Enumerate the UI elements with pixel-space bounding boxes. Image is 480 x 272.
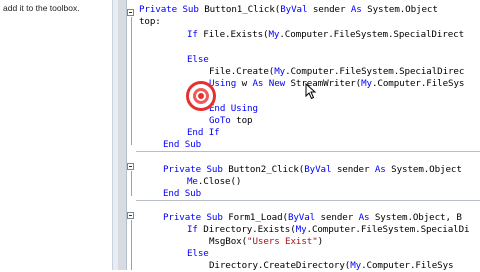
code-line[interactable]: Directory.CreateDirectory(My.Computer.Fi… xyxy=(209,260,454,272)
code-keyword: End Sub xyxy=(163,139,202,150)
outline-margin xyxy=(127,0,136,270)
code-text: top xyxy=(236,115,253,126)
code-keyword: GoTo xyxy=(209,115,237,126)
code-line[interactable]: GoTo top xyxy=(209,115,253,127)
code-keyword: Private Sub xyxy=(139,4,205,15)
code-text: StreamWriter( xyxy=(290,78,362,89)
procedure-separator xyxy=(136,200,480,201)
code-text: sender xyxy=(336,164,375,175)
outline-line xyxy=(131,171,132,196)
code-keyword: ByVal xyxy=(304,164,337,175)
code-text: Button2_Click( xyxy=(228,164,305,175)
code-keyword: ByVal xyxy=(280,4,313,15)
code-text: .Computer.FileSystem.SpecialDirect xyxy=(279,29,465,40)
code-text: System.Object, B xyxy=(374,212,462,223)
code-line[interactable]: Private Sub Button2_Click(ByVal sender A… xyxy=(163,164,462,176)
code-text: .Computer.FileSystem.SpecialDirec xyxy=(285,66,465,77)
toolbox-hint-text: add it to the toolbox. xyxy=(3,3,80,13)
code-keyword: ByVal xyxy=(287,212,321,223)
code-line[interactable]: End If xyxy=(187,127,220,139)
click-indicator-icon xyxy=(186,81,216,111)
code-text: sender xyxy=(312,4,351,15)
outline-line xyxy=(131,220,132,270)
code-line[interactable]: top: xyxy=(139,16,161,28)
collapse-toggle-form1-load[interactable] xyxy=(127,212,134,219)
code-keyword: Me xyxy=(187,176,198,187)
code-keyword: End Sub xyxy=(163,188,202,199)
code-text: File.Create( xyxy=(209,66,275,77)
code-keyword: If xyxy=(187,29,204,40)
code-line[interactable]: Else xyxy=(187,248,209,260)
code-keyword: Private Sub xyxy=(163,164,229,175)
code-text: top: xyxy=(139,16,161,27)
code-line[interactable]: If File.Exists(My.Computer.FileSystem.Sp… xyxy=(187,29,464,41)
code-line[interactable]: File.Create(My.Computer.FileSystem.Speci… xyxy=(209,66,464,78)
code-text: File.Exists( xyxy=(203,29,269,40)
code-keyword: End If xyxy=(187,127,220,138)
code-editor[interactable]: Private Sub Button1_Click(ByVal sender A… xyxy=(127,0,480,272)
code-keyword: As xyxy=(374,164,392,175)
code-line[interactable]: Private Sub Form1_Load(ByVal sender As S… xyxy=(163,212,462,224)
code-text: Form1_Load( xyxy=(228,212,288,223)
code-keyword: My xyxy=(268,29,280,40)
code-keyword: If xyxy=(187,224,204,235)
code-text: Directory.CreateDirectory( xyxy=(209,260,351,271)
code-line[interactable]: Private Sub Button1_Click(ByVal sender A… xyxy=(139,4,438,16)
code-text: System.Object xyxy=(391,164,462,175)
code-string: "Users Exist" xyxy=(247,236,318,247)
procedure-separator xyxy=(136,151,480,152)
code-line[interactable]: Using w As New StreamWriter(My.Computer.… xyxy=(209,78,464,90)
code-keyword: Private Sub xyxy=(163,212,229,223)
toolbox-panel: add it to the toolbox. xyxy=(0,0,113,270)
code-text: Button1_Click( xyxy=(204,4,281,15)
editor-indicator-margin xyxy=(118,0,127,270)
code-line[interactable]: End Using xyxy=(209,103,258,115)
code-text: w xyxy=(241,78,253,89)
mouse-pointer-icon xyxy=(305,83,317,100)
collapse-toggle-button1-click[interactable] xyxy=(127,9,134,16)
code-text: ) xyxy=(317,236,324,247)
outline-line xyxy=(131,17,132,145)
code-text: .Close() xyxy=(197,176,242,187)
code-keyword: My xyxy=(350,260,362,271)
code-text: .Computer.FileSys xyxy=(371,78,465,89)
code-text: sender xyxy=(320,212,359,223)
code-text: System.Object xyxy=(367,4,438,15)
code-keyword: As New xyxy=(252,78,291,89)
code-line[interactable]: Me.Close() xyxy=(187,176,241,188)
code-keyword: As xyxy=(358,212,375,223)
code-keyword: End Using xyxy=(209,103,258,114)
code-text: Directory.Exists( xyxy=(203,224,296,235)
code-line[interactable]: Else xyxy=(187,54,209,66)
code-keyword: Else xyxy=(187,248,209,259)
code-line[interactable]: If Directory.Exists(My.Computer.FileSyst… xyxy=(187,224,470,236)
code-text: .Computer.FileSystem.SpecialDi xyxy=(306,224,470,235)
code-keyword: My xyxy=(295,224,307,235)
code-line[interactable]: End Sub xyxy=(163,188,201,200)
code-keyword: My xyxy=(361,78,372,89)
code-line[interactable]: MsgBox("Users Exist") xyxy=(209,236,323,248)
code-line[interactable]: End Sub xyxy=(163,139,201,151)
code-keyword: As xyxy=(350,4,368,15)
code-keyword: My xyxy=(274,66,286,77)
code-text: .Computer.FileSys xyxy=(361,260,454,271)
code-keyword: Else xyxy=(187,54,209,65)
code-text: MsgBox( xyxy=(209,236,248,247)
collapse-toggle-button2-click[interactable] xyxy=(127,163,134,170)
